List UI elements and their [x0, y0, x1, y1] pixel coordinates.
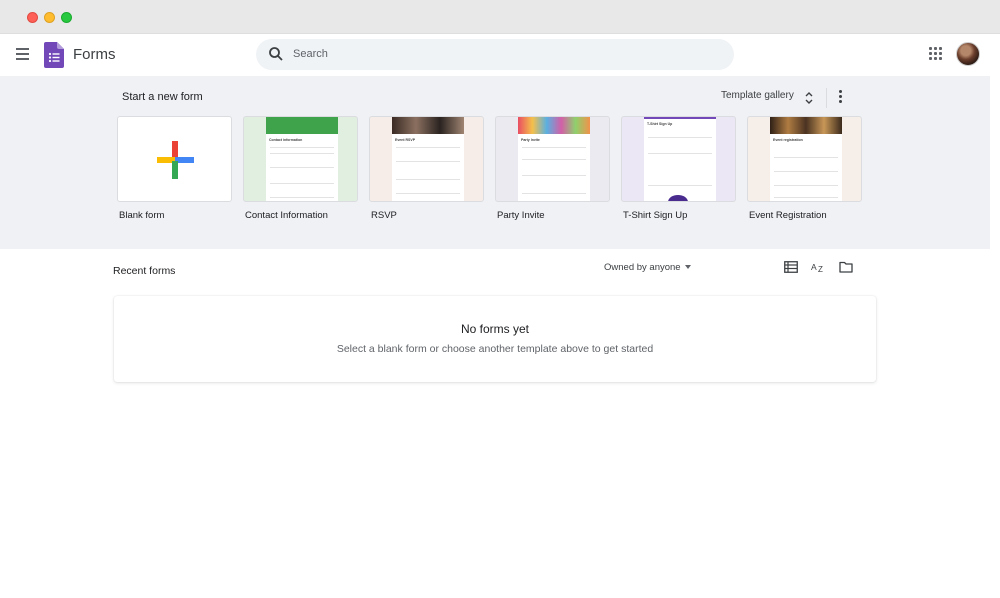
- template-gallery-button[interactable]: Template gallery: [721, 90, 794, 101]
- svg-text:Z: Z: [818, 265, 823, 273]
- google-apps-icon[interactable]: [929, 47, 943, 61]
- template-card-blank[interactable]: Blank form: [117, 116, 232, 221]
- search-bar[interactable]: Search: [256, 39, 734, 70]
- app-title[interactable]: Forms: [73, 46, 116, 63]
- empty-state-title: No forms yet: [460, 322, 529, 336]
- template-card-event-registration[interactable]: Event registration Event Registration: [747, 116, 862, 221]
- divider: [826, 88, 827, 108]
- search-icon[interactable]: [268, 46, 284, 62]
- plus-icon: [157, 141, 194, 179]
- template-thumbnail[interactable]: Event RSVP: [369, 116, 484, 202]
- owner-filter-label: Owned by anyone: [604, 262, 681, 273]
- caret-down-icon: [684, 265, 691, 270]
- main-menu-icon[interactable]: [12, 43, 34, 65]
- unfold-icon[interactable]: [804, 91, 814, 105]
- search-input[interactable]: Search: [293, 48, 328, 60]
- template-thumbnail[interactable]: T-Shirt Sign Up: [621, 116, 736, 202]
- close-window-button[interactable]: [27, 12, 38, 23]
- window-titlebar: [0, 0, 1000, 34]
- template-card-rsvp[interactable]: Event RSVP RSVP: [369, 116, 484, 221]
- template-thumbnail[interactable]: Event registration: [747, 116, 862, 202]
- template-card-contact-information[interactable]: Contact information Contact Information: [243, 116, 358, 221]
- account-avatar[interactable]: [956, 42, 980, 66]
- minimize-window-button[interactable]: [44, 12, 55, 23]
- empty-state-card: No forms yet Select a blank form or choo…: [114, 296, 876, 382]
- browser-window: Forms Search Start a new form Template g…: [0, 0, 1000, 598]
- template-label: Contact Information: [245, 210, 328, 221]
- folder-icon[interactable]: [839, 261, 853, 273]
- template-label: Party Invite: [497, 210, 545, 221]
- template-label: Blank form: [119, 210, 165, 221]
- empty-state-subtitle: Select a blank form or choose another te…: [336, 343, 654, 355]
- sort-az-icon[interactable]: A Z: [811, 261, 825, 273]
- list-view-icon[interactable]: [784, 261, 798, 273]
- recent-forms-title: Recent forms: [113, 265, 176, 277]
- svg-text:A: A: [811, 262, 817, 272]
- more-options-icon[interactable]: [838, 90, 844, 104]
- template-label: RSVP: [371, 210, 397, 221]
- forms-logo-icon[interactable]: [44, 42, 64, 68]
- template-section: Start a new form Template gallery Blank …: [0, 76, 990, 249]
- template-thumbnail[interactable]: Contact information: [243, 116, 358, 202]
- template-thumbnail[interactable]: [117, 116, 232, 202]
- app-header: Forms Search: [0, 34, 1000, 76]
- maximize-window-button[interactable]: [61, 12, 72, 23]
- owner-filter-dropdown[interactable]: Owned by anyone: [604, 262, 691, 273]
- template-card-party-invite[interactable]: Party Invite Party Invite: [495, 116, 610, 221]
- template-thumbnail[interactable]: Party Invite: [495, 116, 610, 202]
- template-label: T-Shirt Sign Up: [623, 210, 688, 221]
- template-card-tshirt-sign-up[interactable]: T-Shirt Sign Up T-Shirt Sign Up: [621, 116, 736, 221]
- section-heading: Start a new form: [122, 91, 203, 103]
- template-label: Event Registration: [749, 210, 827, 221]
